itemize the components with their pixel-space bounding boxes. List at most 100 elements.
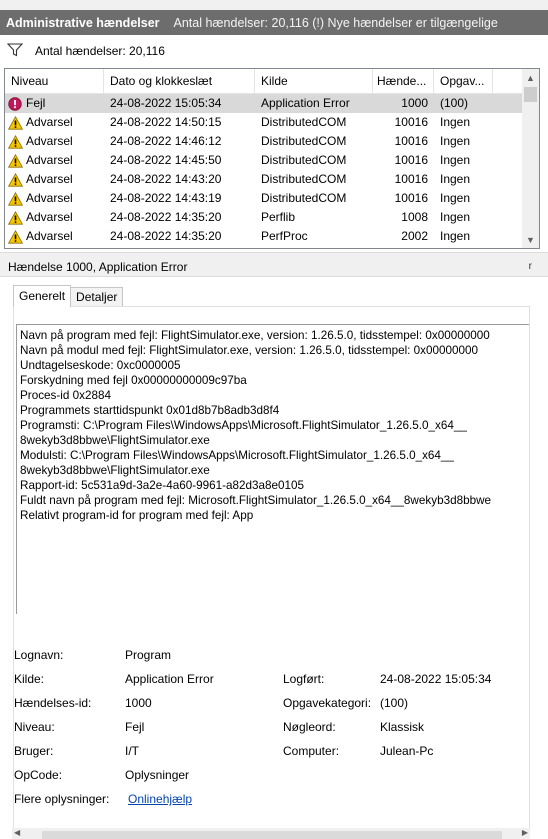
table-row[interactable]: Advarsel 24-08-2022 14:35:20 PerfProc 2002 I… — [5, 227, 539, 246]
cell-source: Perflib — [261, 210, 296, 224]
eventid-value: 1000 — [125, 696, 152, 710]
column-header-level[interactable]: Niveau — [5, 69, 104, 94]
column-header-source[interactable]: Kilde — [255, 69, 373, 94]
cell-date: 24-08-2022 14:43:19 — [110, 191, 222, 205]
user-value: I/T — [125, 744, 139, 758]
logged-value: 24-08-2022 15:05:34 — [380, 672, 492, 686]
cell-event-id: 1000 — [401, 96, 428, 110]
horizontal-scroll-thumb[interactable] — [42, 831, 502, 839]
cell-task: Ingen — [440, 115, 471, 129]
tab-general[interactable]: Generelt — [13, 285, 72, 307]
table-row[interactable]: Advarsel 24-08-2022 14:50:15 DistributedCO… — [5, 113, 539, 132]
scroll-thumb[interactable] — [524, 87, 537, 102]
scroll-left-icon[interactable]: ◀ — [14, 828, 20, 837]
column-header-date[interactable]: Dato og klokkeslæt — [104, 69, 255, 94]
table-row[interactable]: Advarsel 24-08-2022 14:45:50 DistributedCO… — [5, 151, 539, 170]
scroll-right-icon[interactable]: ▶ — [522, 828, 528, 837]
detail-horizontal-scrollbar[interactable]: ◀ ▶ — [12, 828, 530, 839]
opcode-label: OpCode: — [14, 768, 63, 782]
description-line: Relativt program-id for program med fejl… — [20, 509, 254, 522]
cell-level: Fejl — [5, 94, 104, 113]
cell-date: 24-08-2022 15:05:34 — [110, 96, 222, 110]
scroll-up-icon[interactable]: ▲ — [522, 69, 539, 86]
cell-task: Ingen — [440, 191, 471, 205]
opcode-value: Oplysninger — [125, 768, 190, 782]
cell-task: (100) — [440, 96, 469, 110]
error-icon — [8, 96, 23, 111]
description-line: Navn på program med fejl: FlightSimulato… — [20, 329, 490, 342]
cell-level: Advarsel — [5, 208, 104, 227]
column-header-task[interactable]: Opgav... — [434, 69, 493, 94]
cell-date: 24-08-2022 14:35:20 — [110, 229, 222, 243]
cell-source: DistributedCOM — [261, 191, 347, 205]
user-label: Bruger: — [14, 744, 54, 758]
description-line: Navn på modul med fejl: FlightSimulator.… — [20, 344, 479, 357]
warning-icon — [7, 115, 24, 130]
view-header: Administrative hændelser Antal hændelser… — [0, 10, 548, 35]
eventid-label: Hændelses-id: — [14, 696, 92, 710]
table-row[interactable]: Advarsel 24-08-2022 14:43:19 DistributedCO… — [5, 189, 539, 208]
online-help-link[interactable]: Onlinehjælp — [128, 792, 192, 806]
description-line: Programsti: C:\Program Files\WindowsApps… — [20, 419, 467, 432]
cell-event-id: 1008 — [401, 210, 428, 224]
cell-event-id: 10016 — [394, 172, 428, 186]
description-line: Forskydning med fejl 0x00000000009c97ba — [20, 374, 247, 387]
cell-date: 24-08-2022 14:50:15 — [110, 115, 222, 129]
level-label: Niveau: — [14, 720, 55, 734]
cell-source: PerfProc — [261, 229, 308, 243]
description-line: Rapport-id: 5c531a9d-3a2e-4a60-9961-a82d… — [20, 479, 304, 492]
table-row[interactable]: Advarsel 24-08-2022 14:46:12 DistributedCO… — [5, 132, 539, 151]
keywords-label: Nøgleord: — [283, 720, 336, 734]
computer-value: Julean-Pc — [380, 744, 434, 758]
close-icon[interactable]: r — [529, 257, 532, 277]
cell-event-id: 10016 — [394, 153, 428, 167]
level-text: Advarsel — [26, 191, 73, 205]
description-line: Modulsti: C:\Program Files\WindowsApps\M… — [20, 449, 454, 462]
level-text: Advarsel — [26, 172, 73, 186]
warning-icon — [7, 172, 24, 187]
cell-event-id: 2002 — [401, 229, 428, 243]
cell-date: 24-08-2022 14:46:12 — [110, 134, 222, 148]
scroll-down-icon[interactable]: ▼ — [522, 231, 539, 248]
event-description[interactable]: Navn på program med fejl: FlightSimulato… — [16, 324, 529, 614]
warning-icon — [7, 229, 24, 244]
cell-source: DistributedCOM — [261, 115, 347, 129]
list-vertical-scrollbar[interactable]: ▲ ▼ — [522, 69, 539, 248]
cell-source: Application Error — [261, 96, 350, 110]
cell-level: Advarsel — [5, 227, 104, 246]
cell-task: Ingen — [440, 153, 471, 167]
table-row[interactable]: Advarsel 24-08-2022 14:43:20 DistributedCO… — [5, 170, 539, 189]
description-line: Programmets starttidspunkt 0x01d8b7b8adb… — [20, 404, 280, 417]
cell-event-id: 10016 — [394, 191, 428, 205]
cell-level: Advarsel — [5, 151, 104, 170]
cell-task: Ingen — [440, 229, 471, 243]
tab-details[interactable]: Detaljer — [70, 287, 124, 307]
cell-level: Advarsel — [5, 170, 104, 189]
source-label: Kilde: — [14, 672, 45, 686]
cell-source: DistributedCOM — [261, 134, 347, 148]
description-line: Proces-id 0x2884 — [20, 389, 111, 402]
description-line: Fuldt navn på program med fejl: Microsof… — [20, 494, 492, 507]
taskcat-value: (100) — [380, 696, 409, 710]
cell-event-id: 10016 — [394, 115, 428, 129]
filter-icon[interactable] — [6, 42, 24, 60]
cell-task: Ingen — [440, 210, 471, 224]
level-text: Advarsel — [26, 153, 73, 167]
cell-event-id: 10016 — [394, 134, 428, 148]
description-line: 8wekyb3d8bbwe\FlightSimulator.exe — [20, 464, 210, 477]
detail-title: Hændelse 1000, Application Error — [8, 260, 188, 274]
event-count: Antal hændelser: 20,116 — [35, 44, 165, 58]
column-header-event-id[interactable]: Hænde... — [373, 69, 434, 94]
event-list[interactable]: Niveau Dato og klokkeslæt Kilde Hænde...… — [4, 68, 540, 249]
table-row[interactable]: Advarsel 24-08-2022 14:35:20 Perflib 1008 In… — [5, 208, 539, 227]
detail-header: Hændelse 1000, Application Error r — [0, 257, 548, 277]
filter-bar: Antal hændelser: 20,116 — [0, 36, 548, 66]
level-text: Advarsel — [26, 229, 73, 243]
warning-icon — [7, 153, 24, 168]
cell-task: Ingen — [440, 134, 471, 148]
taskcat-label: Opgavekategori: — [283, 696, 372, 710]
cell-date: 24-08-2022 14:43:20 — [110, 172, 222, 186]
level-text: Advarsel — [26, 210, 73, 224]
warning-icon — [7, 191, 24, 206]
table-row[interactable]: Fejl 24-08-2022 15:05:34 Application Error… — [5, 94, 539, 113]
